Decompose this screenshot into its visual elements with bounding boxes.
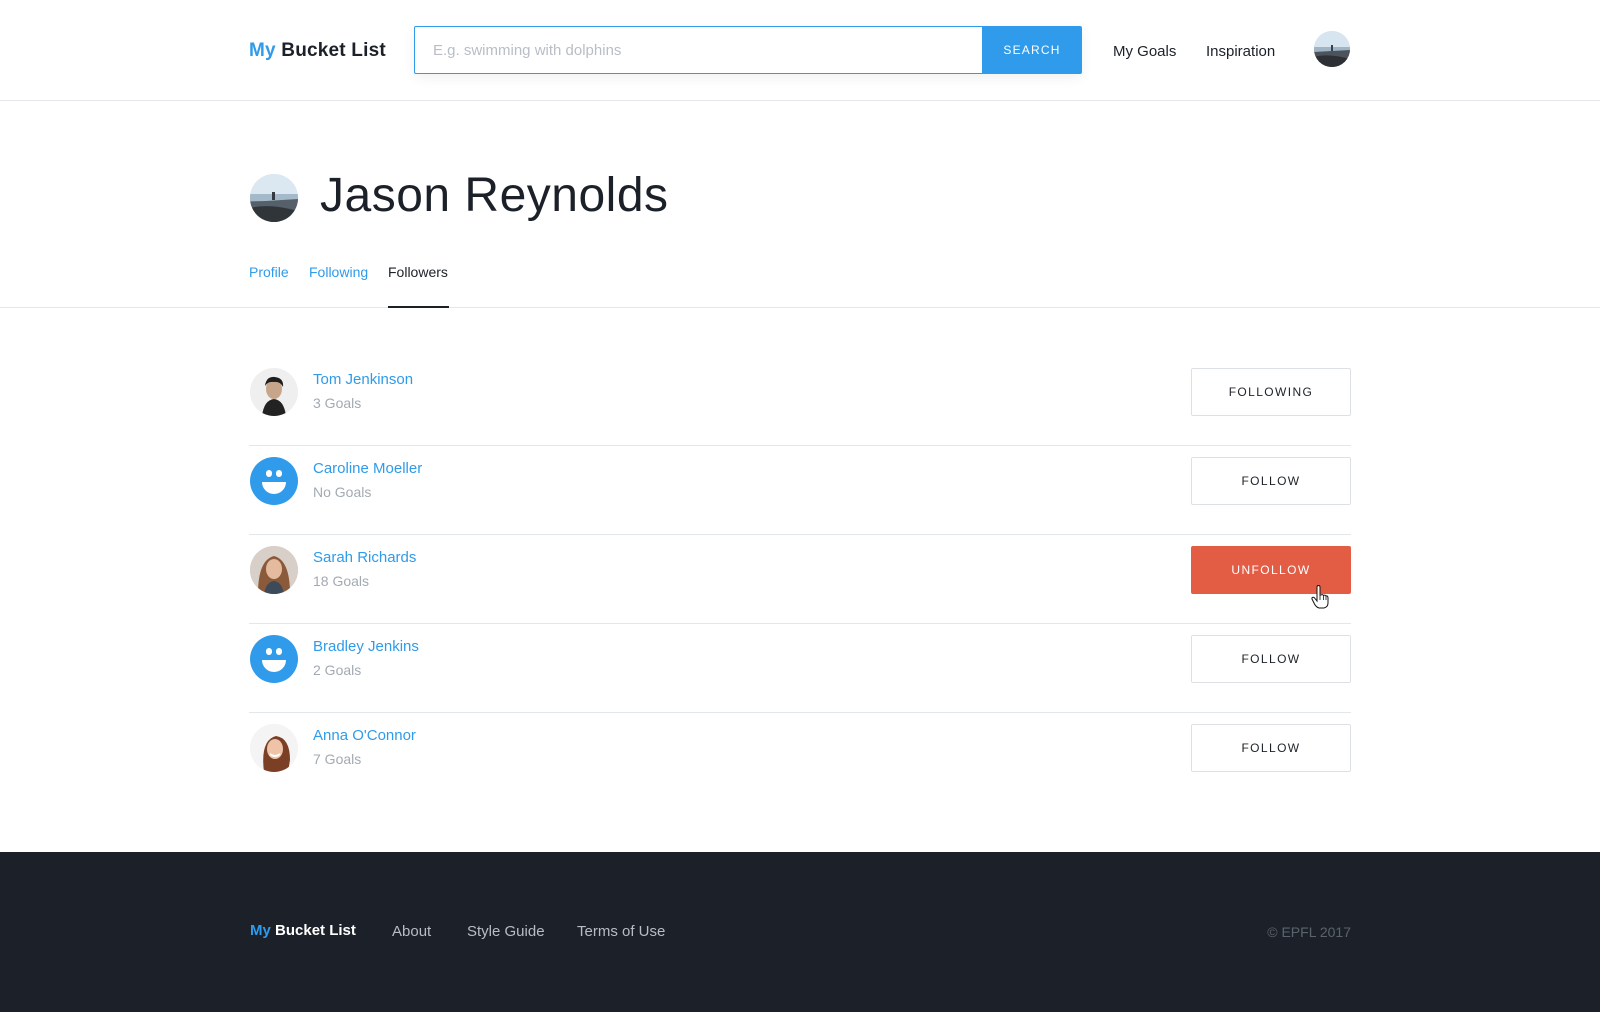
profile-avatar-icon [250, 174, 298, 222]
follower-name[interactable]: Caroline Moeller [313, 460, 422, 477]
smiley-icon[interactable] [250, 635, 298, 683]
follower-goals-count: 7 Goals [313, 751, 362, 767]
tab-following[interactable]: Following [309, 264, 368, 280]
follow-button[interactable]: FOLLOW [1191, 635, 1351, 683]
list-item: Caroline Moeller No Goals FOLLOW [249, 446, 1351, 535]
search-input[interactable] [414, 26, 982, 74]
follower-name[interactable]: Bradley Jenkins [313, 638, 419, 655]
list-item: Anna O'Connor 7 Goals FOLLOW [249, 713, 1351, 802]
tab-profile[interactable]: Profile [249, 264, 289, 280]
smiley-icon[interactable] [250, 457, 298, 505]
follower-name[interactable]: Tom Jenkinson [313, 371, 413, 388]
profile-tabs: Profile Following Followers [0, 240, 1600, 308]
nav-my-goals[interactable]: My Goals [1113, 43, 1176, 60]
hand-cursor-icon [1311, 585, 1329, 609]
footer-link-terms[interactable]: Terms of Use [577, 923, 665, 940]
site-footer: My Bucket List About Style Guide Terms o… [0, 852, 1600, 1012]
user-avatar-icon[interactable] [1314, 31, 1350, 67]
site-logo[interactable]: My Bucket List [249, 40, 386, 62]
follower-goals-count: 18 Goals [313, 573, 370, 589]
logo-bucket-list: Bucket List [275, 40, 386, 61]
follow-button[interactable]: FOLLOW [1191, 724, 1351, 772]
footer-logo-my: My [250, 922, 271, 939]
follower-goals-count: No Goals [313, 484, 372, 500]
footer-link-style-guide[interactable]: Style Guide [467, 923, 545, 940]
follower-avatar-photo[interactable] [250, 368, 298, 416]
nav-inspiration[interactable]: Inspiration [1206, 43, 1275, 60]
list-item: Bradley Jenkins 2 Goals FOLLOW [249, 624, 1351, 713]
followers-list: Tom Jenkinson 3 Goals FOLLOWING Caroline… [249, 357, 1351, 802]
footer-link-about[interactable]: About [392, 923, 431, 940]
top-header: My Bucket List SEARCH My Goals Inspirati… [0, 0, 1600, 101]
logo-my: My [249, 40, 276, 61]
copyright-text: © EPFL 2017 [1267, 924, 1351, 940]
tab-followers[interactable]: Followers [388, 264, 448, 280]
search-bar: SEARCH [414, 26, 1082, 74]
active-tab-indicator [388, 306, 449, 308]
list-item: Tom Jenkinson 3 Goals FOLLOWING [249, 357, 1351, 446]
follow-button[interactable]: FOLLOW [1191, 457, 1351, 505]
follower-goals-count: 3 Goals [313, 395, 362, 411]
follower-name[interactable]: Sarah Richards [313, 549, 416, 566]
profile-name: Jason Reynolds [320, 169, 669, 222]
list-item: Sarah Richards 18 Goals UNFOLLOW [249, 535, 1351, 624]
search-button[interactable]: SEARCH [982, 26, 1082, 74]
follower-avatar-photo[interactable] [250, 546, 298, 594]
footer-logo[interactable]: My Bucket List [250, 922, 356, 939]
following-button[interactable]: FOLLOWING [1191, 368, 1351, 416]
footer-logo-bucket-list: Bucket List [270, 922, 356, 939]
follower-goals-count: 2 Goals [313, 662, 362, 678]
follower-name[interactable]: Anna O'Connor [313, 727, 416, 744]
follower-avatar-photo[interactable] [250, 724, 298, 772]
